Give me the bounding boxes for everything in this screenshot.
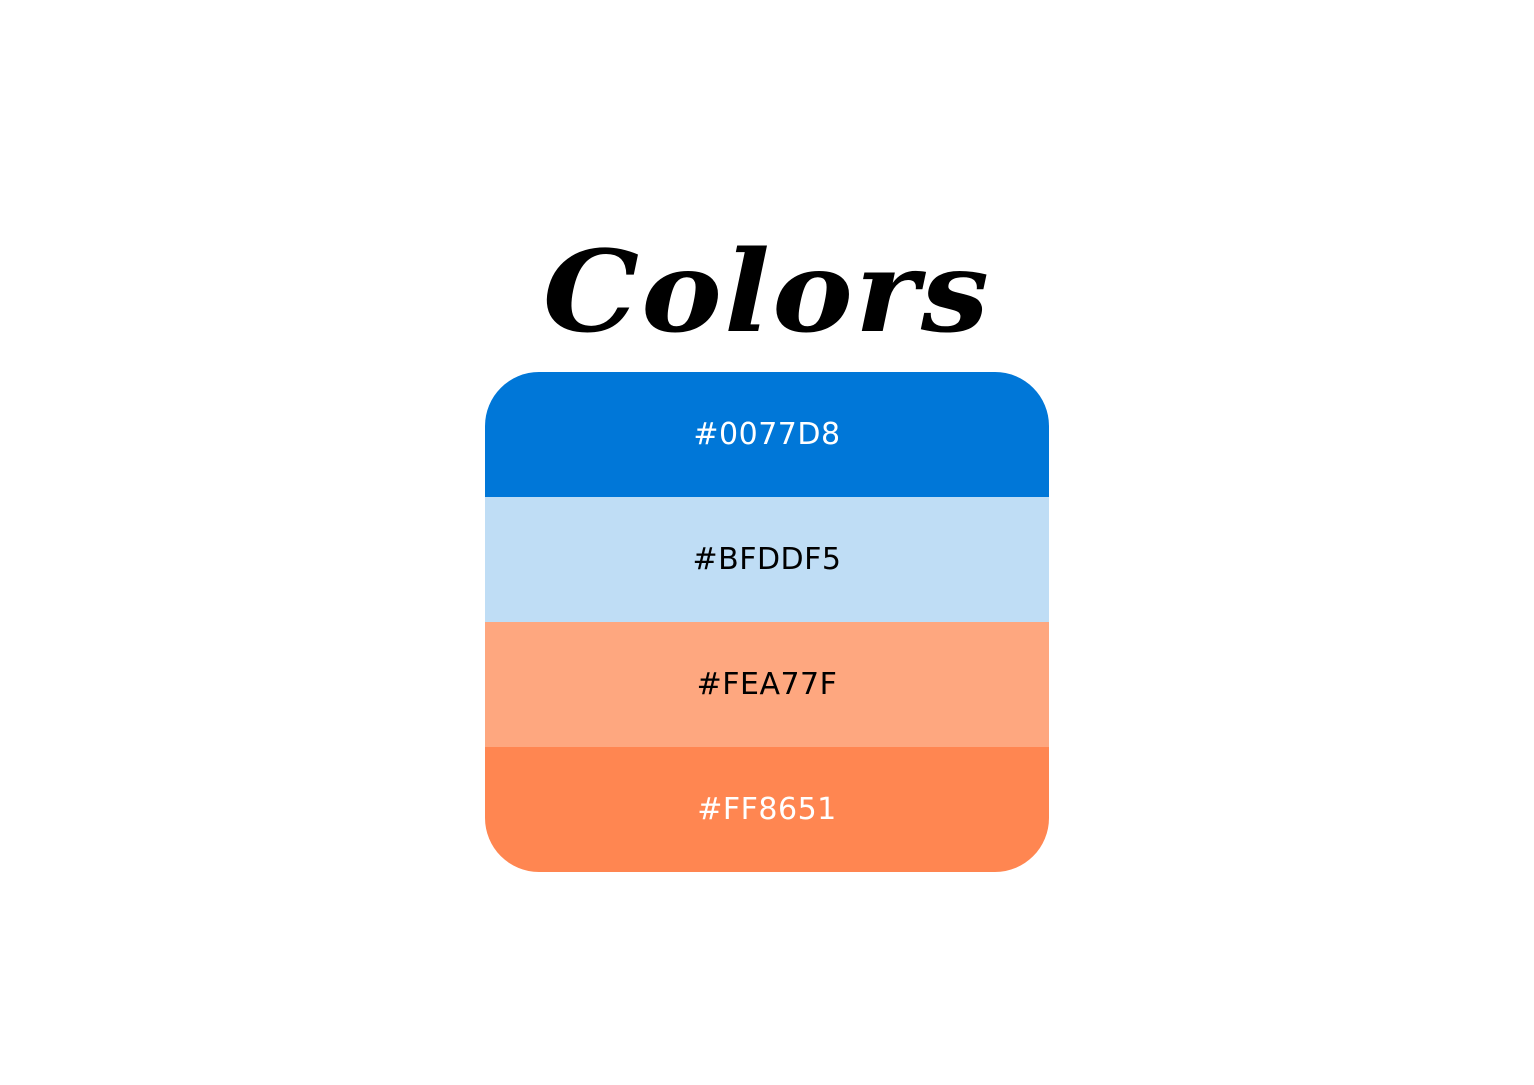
color-swatch-2: #BFDDF5 [485, 497, 1049, 622]
swatch-hex-label: #FEA77F [696, 667, 838, 702]
color-swatch-1: #0077D8 [485, 372, 1049, 497]
palette-page: Colors #0077D8 #BFDDF5 #FEA77F #FF8651 [0, 0, 1534, 1085]
swatch-hex-label: #FF8651 [697, 792, 837, 827]
swatch-hex-label: #0077D8 [693, 417, 841, 452]
swatch-hex-label: #BFDDF5 [692, 542, 842, 577]
color-swatch-4: #FF8651 [485, 747, 1049, 872]
color-palette: #0077D8 #BFDDF5 #FEA77F #FF8651 [485, 372, 1049, 872]
color-swatch-3: #FEA77F [485, 622, 1049, 747]
page-title: Colors [542, 227, 992, 358]
